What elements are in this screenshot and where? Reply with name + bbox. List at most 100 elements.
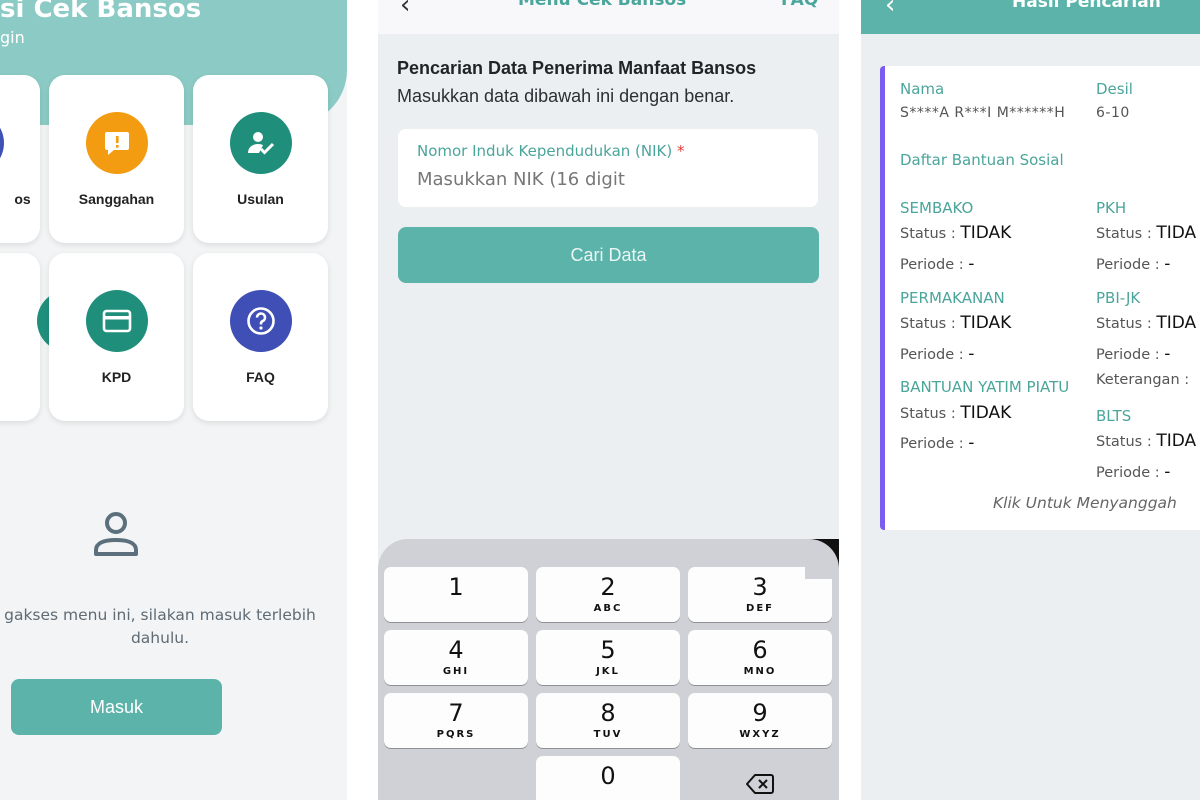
dispute-link[interactable]: Klik Untuk Menyanggah (993, 494, 1177, 512)
key-digit: 0 (600, 762, 616, 790)
key-digit: 8 (600, 699, 616, 727)
delete-key[interactable] (688, 756, 832, 800)
bansos-icon (0, 112, 4, 174)
periode-label: Periode : (900, 257, 964, 273)
card-icon (85, 290, 148, 352)
periode-value: - (1164, 254, 1171, 274)
program-name: PKH (1096, 199, 1127, 217)
menu-tile-label: os (14, 191, 31, 207)
key-7[interactable]: 7 PQRS (384, 693, 528, 748)
program-status: Status : TIDA (1096, 223, 1196, 243)
menu-tile-label: FAQ (246, 369, 275, 385)
menu-tile-label: Sanggahan (78, 191, 155, 207)
key-0[interactable]: 0 (536, 756, 680, 800)
key-letters: WXYZ (739, 729, 781, 740)
program-name: BANTUAN YATIM PIATU (900, 378, 1070, 396)
faq-link[interactable]: FAQ (781, 0, 818, 10)
status-label: Status : (1096, 316, 1152, 332)
program-name: BLTS (1096, 407, 1132, 425)
menu-tile-bansos[interactable]: os (0, 75, 40, 243)
program-name: SEMBAKO (900, 199, 974, 217)
numeric-keypad: 1 2 ABC 3 DEF 4 GHI 5 JKL 6 MNO 7 PQRS 8 TUV 9W… (378, 539, 839, 800)
program-status: Status : TIDAK (900, 313, 1011, 333)
page-title: Hasil Pencarian (1012, 0, 1161, 12)
program-periode: Periode : - (900, 433, 974, 453)
search-button[interactable]: Cari Data (398, 227, 819, 283)
key-letters: TUV (593, 729, 623, 740)
status-value: TIDAK (960, 403, 1012, 423)
user-icon (94, 512, 138, 556)
menu-tile-faq[interactable]: FAQ (193, 253, 328, 421)
home-screen: si Cek Bansos gin os Sanggahan Usulan KP… (0, 0, 347, 800)
periode-value: - (1164, 462, 1171, 482)
menu-tile-label: Usulan (237, 191, 284, 207)
periode-value: - (1164, 344, 1171, 364)
periode-label: Periode : (900, 436, 964, 452)
key-1[interactable]: 1 (384, 567, 528, 622)
program-status: Status : TIDAK (900, 223, 1011, 243)
results-screen: ‹ Hasil Pencarian Nama S****A R***I M***… (861, 0, 1200, 800)
program-status: Status : TIDA (1096, 313, 1196, 333)
periode-label: Periode : (900, 347, 964, 363)
status-label: Status : (900, 406, 956, 422)
alert-bubble-icon (85, 112, 148, 174)
menu-tile-usulan[interactable]: Usulan (193, 75, 328, 243)
keypad-corner-inner (805, 539, 839, 579)
login-message-line1: gakses menu ini, silakan masuk terlebih (4, 606, 316, 624)
desil-value: 6-10 (1096, 105, 1130, 121)
key-digit: 4 (448, 636, 464, 664)
back-icon[interactable]: ‹ (400, 0, 410, 20)
menu-tile-partial[interactable] (0, 253, 99, 421)
menu-tile-label: KPD (101, 369, 132, 385)
user-check-icon (229, 112, 292, 174)
login-button[interactable]: Masuk (11, 679, 222, 735)
search-screen: ‹ Menu Cek Bansos FAQ Pencarian Data Pen… (378, 0, 839, 800)
app-title: si Cek Bansos (0, 0, 202, 24)
periode-label: Periode : (1096, 257, 1160, 273)
status-value: TIDAK (960, 223, 1012, 243)
login-message: gakses menu ini, silakan masuk terlebih … (0, 604, 347, 650)
keterangan-label: Keterangan : (1096, 372, 1190, 388)
keypad-corner (805, 539, 839, 579)
question-icon (229, 290, 292, 352)
status-label: Status : (900, 226, 956, 242)
search-heading: Pencarian Data Penerima Manfaat Bansos (397, 58, 757, 78)
menu-tile-sanggahan[interactable]: Sanggahan (49, 75, 184, 243)
status-value: TIDAK (960, 313, 1012, 333)
key-2[interactable]: 2 ABC (536, 567, 680, 622)
key-9[interactable]: 9 WXYZ (688, 693, 832, 748)
nik-label-text: Nomor Induk Kependudukan (NIK) (417, 142, 673, 160)
key-4[interactable]: 4 GHI (384, 630, 528, 685)
program-periode: Periode : - (1096, 462, 1170, 482)
login-subtitle: gin (0, 28, 25, 47)
status-value: TIDA (1156, 431, 1197, 451)
nik-field[interactable]: Nomor Induk Kependudukan (NIK) * (398, 129, 818, 207)
nik-input[interactable] (417, 169, 807, 190)
program-name: PBI-JK (1096, 289, 1141, 307)
result-card[interactable]: Nama S****A R***I M******H Desil 6-10 Da… (880, 66, 1200, 530)
key-5[interactable]: 5 JKL (536, 630, 680, 685)
key-letters: MNO (743, 666, 777, 677)
top-bar: ‹ Menu Cek Bansos FAQ (378, 0, 839, 34)
back-icon[interactable]: ‹ (885, 0, 895, 20)
key-letters: ABC (593, 603, 623, 614)
nama-value: S****A R***I M******H (900, 105, 1066, 121)
nama-label: Nama (900, 80, 945, 98)
status-label: Status : (1096, 226, 1152, 242)
program-status: Status : TIDAK (900, 403, 1011, 423)
nik-label: Nomor Induk Kependudukan (NIK) * (417, 142, 685, 160)
daftar-bantuan-label: Daftar Bantuan Sosial (900, 151, 1064, 169)
program-periode: Periode : - (900, 344, 974, 364)
menu-tile-kpd[interactable]: KPD (49, 253, 184, 421)
key-letters: PQRS (436, 729, 476, 740)
key-letters: GHI (442, 666, 470, 677)
key-8[interactable]: 8 TUV (536, 693, 680, 748)
periode-value: - (968, 254, 975, 274)
search-subheading: Masukkan data dibawah ini dengan benar. (397, 86, 735, 106)
key-6[interactable]: 6 MNO (688, 630, 832, 685)
program-periode: Periode : - (1096, 254, 1170, 274)
status-label: Status : (900, 316, 956, 332)
page-title: Menu Cek Bansos (518, 0, 687, 10)
key-digit: 7 (448, 699, 464, 727)
status-value: TIDA (1156, 223, 1197, 243)
